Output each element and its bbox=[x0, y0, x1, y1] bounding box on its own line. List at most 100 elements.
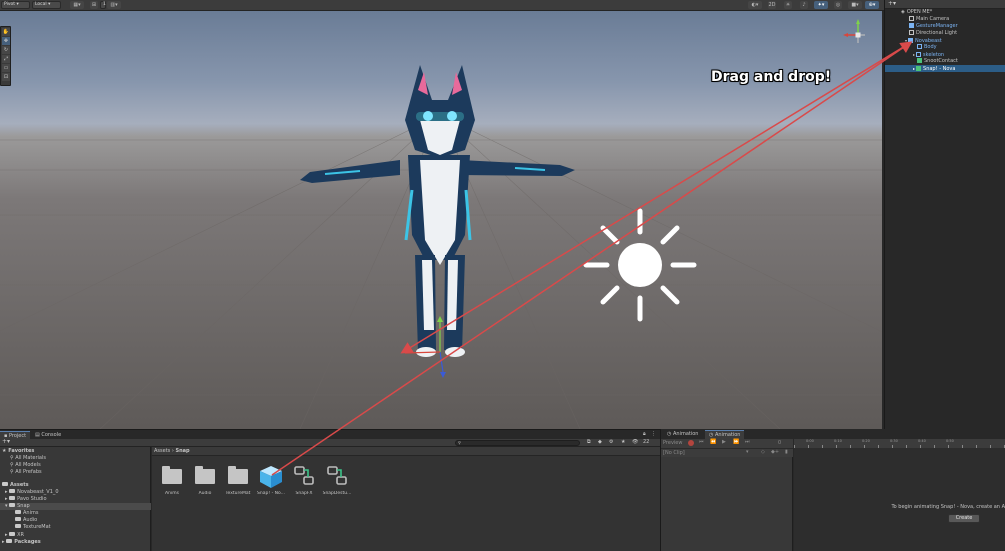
snap-value[interactable]: 1 bbox=[100, 1, 106, 9]
local-dropdown[interactable]: Local ▾ bbox=[32, 1, 61, 9]
folder-audio[interactable]: Audio bbox=[15, 517, 37, 524]
folder-anims[interactable]: Anims bbox=[15, 510, 38, 517]
packages-root[interactable]: ▸ Packages bbox=[2, 539, 41, 546]
lighting-toggle-icon[interactable]: ☀ bbox=[784, 1, 792, 9]
animation-tab-bar: ◷ Animation ◷ Animation bbox=[661, 429, 1005, 439]
timeline-ruler[interactable]: 0:00 0:10 0:20 0:30 0:40 0:50 bbox=[794, 439, 1005, 448]
preview-toggle[interactable]: Preview bbox=[663, 440, 682, 446]
filter-by-package-icon[interactable]: ⚙ bbox=[609, 439, 613, 445]
pivot-label: Pivot bbox=[4, 2, 16, 7]
clip-dropdown[interactable]: [No Clip] bbox=[663, 450, 685, 456]
clock-icon: ◷ bbox=[667, 431, 672, 437]
ruler-tick: 0:50 bbox=[946, 439, 954, 443]
hierarchy-item-skeleton[interactable]: ▸ skeleton bbox=[885, 51, 1005, 58]
hand-tool-icon[interactable]: ✋ bbox=[2, 28, 10, 36]
rotate-tool-icon[interactable]: ↻ bbox=[2, 46, 10, 54]
assets-root[interactable]: Assets bbox=[2, 482, 29, 489]
increment-snap-icon[interactable]: ⊞ bbox=[90, 1, 98, 9]
folder-texturemat[interactable]: TextureMat bbox=[15, 524, 51, 531]
animation-hint-text: To begin animating Snap! - Nova, create … bbox=[891, 504, 1005, 510]
transform-tool-icon[interactable]: ⊡ bbox=[2, 73, 10, 81]
gizmos-toggle-icon[interactable]: ⊕▾ bbox=[865, 1, 879, 9]
asset-anims[interactable]: Anims bbox=[156, 465, 188, 505]
breadcrumb-assets[interactable]: Assets bbox=[154, 448, 170, 454]
ruler-tick: 0:00 bbox=[806, 439, 814, 443]
asset-snap-nova-prefab[interactable]: Snap! - No... bbox=[255, 465, 287, 505]
folder-icon bbox=[9, 496, 16, 500]
folder-novabeast[interactable]: ▸ Novabeast_V1_0 bbox=[5, 489, 59, 496]
pivot-dropdown[interactable]: Pivot ▾ bbox=[1, 1, 30, 9]
favorite-all-materials[interactable]: ⚲ All Materials bbox=[10, 455, 46, 462]
clip-dropdown-arrow-icon[interactable]: ▾ bbox=[746, 449, 749, 455]
folder-icon bbox=[15, 524, 21, 528]
asset-audio[interactable]: Audio bbox=[189, 465, 221, 505]
hierarchy-item-snoot-contact[interactable]: SnootContact bbox=[885, 58, 1005, 65]
more-options-icon[interactable]: ⋮ bbox=[651, 431, 656, 437]
create-menu-icon[interactable]: +▾ bbox=[2, 438, 10, 445]
render-mode-icon[interactable]: ▥▾ bbox=[107, 1, 121, 9]
camera-settings-icon[interactable]: ■▾ bbox=[848, 1, 862, 9]
shading-mode-icon[interactable]: ◐▾ bbox=[748, 1, 762, 9]
hidden-objects-icon[interactable]: ◎ bbox=[834, 1, 842, 9]
scene-row[interactable]: ◈ OPEN ME* bbox=[885, 9, 1005, 16]
contact-icon bbox=[917, 58, 922, 63]
favorites-header[interactable]: ★ Favorites bbox=[2, 448, 34, 455]
hierarchy-item-novabeast[interactable]: ▾ Novabeast bbox=[885, 37, 1005, 44]
scene-view[interactable]: ✋ ✥ ↻ ⤢ ▭ ⊡ Drag and drop! bbox=[0, 11, 882, 429]
project-search-input[interactable]: ⚲ bbox=[455, 440, 580, 446]
add-keyframe-icon[interactable]: ◆+ bbox=[771, 449, 779, 455]
asset-texturemat[interactable]: TextureMat bbox=[222, 465, 254, 505]
hierarchy-item-label: GestureManager bbox=[916, 23, 958, 29]
grid-snap-icon[interactable]: ▦▾ bbox=[70, 1, 84, 9]
favorite-all-models[interactable]: ⚲ All Models bbox=[10, 462, 41, 469]
expand-arrow-icon[interactable]: ▸ bbox=[913, 52, 915, 57]
unity-scene-icon: ◈ bbox=[901, 9, 905, 15]
hierarchy-item-main-camera[interactable]: Main Camera bbox=[885, 16, 1005, 23]
effects-toggle-icon[interactable]: ✦▾ bbox=[814, 1, 828, 9]
rect-tool-icon[interactable]: ▭ bbox=[2, 64, 10, 72]
folder-snap[interactable]: ▾ Snap bbox=[0, 503, 151, 510]
add-event-icon[interactable]: ▮ bbox=[785, 449, 788, 455]
first-keyframe-icon[interactable]: ⏮ bbox=[699, 439, 704, 445]
asset-snapfx[interactable]: SnapFX bbox=[288, 465, 320, 505]
avatar-model[interactable] bbox=[300, 65, 575, 357]
hierarchy-item-snap-nova[interactable]: ▸ Snap! - Nova bbox=[885, 65, 1005, 72]
animation-properties-area bbox=[661, 457, 793, 551]
2d-toggle-icon[interactable]: 2D bbox=[768, 1, 776, 9]
lock-icon[interactable]: 🔒︎ bbox=[643, 431, 646, 437]
folder-pavo-studio[interactable]: ▸ Pavo Studio bbox=[5, 496, 47, 503]
search-icon: ⚲ bbox=[458, 440, 461, 445]
play-icon[interactable]: ▶ bbox=[722, 439, 726, 445]
filter-by-type-icon[interactable]: ⧉ bbox=[587, 439, 591, 445]
directional-light-icon[interactable] bbox=[583, 208, 697, 322]
add-icon[interactable]: +▾ bbox=[888, 0, 896, 8]
folder-icon bbox=[195, 466, 215, 484]
next-keyframe-icon[interactable]: ⏩ bbox=[733, 439, 739, 445]
hierarchy-item-gesture-manager[interactable]: GestureManager bbox=[885, 23, 1005, 30]
tab-animation-2[interactable]: ◷ Animation bbox=[705, 430, 745, 439]
hierarchy-item-directional-light[interactable]: Directional Light bbox=[885, 30, 1005, 37]
tab-animation-1[interactable]: ◷ Animation bbox=[663, 430, 702, 439]
filter-by-label-icon[interactable]: ◆ bbox=[598, 439, 602, 445]
prev-keyframe-icon[interactable]: ⏪ bbox=[710, 439, 716, 445]
breadcrumb-snap[interactable]: Snap bbox=[175, 448, 189, 454]
folder-icon bbox=[9, 489, 16, 493]
hidden-packages-icon[interactable]: 👁︎ bbox=[632, 439, 638, 445]
last-keyframe-icon[interactable]: ⏭ bbox=[745, 439, 750, 445]
star-icon[interactable]: ★ bbox=[621, 439, 625, 445]
hierarchy-item-body[interactable]: Body bbox=[885, 44, 1005, 51]
diamond-keyframe-icon[interactable]: ◇ bbox=[761, 449, 765, 455]
scale-tool-icon[interactable]: ⤢ bbox=[2, 55, 10, 63]
timeline-body[interactable] bbox=[794, 448, 1005, 551]
expand-arrow-icon[interactable]: ▸ bbox=[913, 66, 915, 71]
audio-toggle-icon[interactable]: ♪ bbox=[800, 1, 808, 9]
orientation-gizmo[interactable] bbox=[843, 19, 865, 43]
create-clip-button[interactable]: Create bbox=[948, 514, 980, 523]
asset-snapdestu[interactable]: SnapDestu... bbox=[321, 465, 353, 505]
move-tool-icon[interactable]: ✥ bbox=[2, 37, 10, 45]
favorite-all-prefabs[interactable]: ⚲ All Prefabs bbox=[10, 469, 42, 476]
record-icon[interactable] bbox=[688, 440, 694, 446]
expand-arrow-icon[interactable]: ▾ bbox=[905, 38, 907, 43]
frame-field[interactable]: 0 bbox=[778, 440, 781, 446]
folder-xr[interactable]: ▸ XR bbox=[5, 532, 24, 539]
